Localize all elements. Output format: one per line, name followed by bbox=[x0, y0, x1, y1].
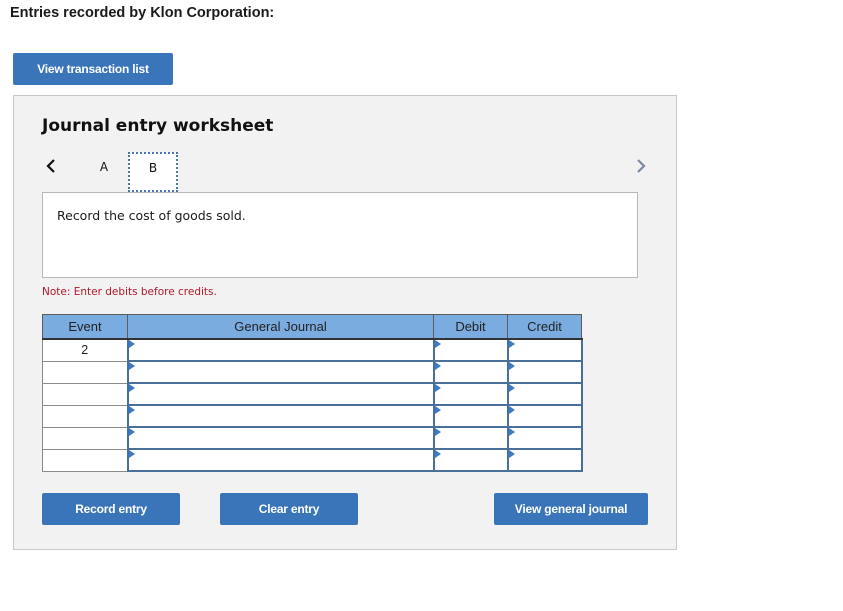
credit-input[interactable] bbox=[508, 406, 581, 426]
account-cell[interactable] bbox=[126, 426, 435, 450]
account-cell[interactable] bbox=[126, 360, 435, 384]
dropdown-marker-icon bbox=[128, 450, 135, 458]
event-cell bbox=[42, 360, 128, 384]
table-row bbox=[42, 382, 583, 406]
debit-input[interactable] bbox=[434, 384, 507, 404]
debit-input[interactable] bbox=[434, 450, 507, 470]
input-marker-icon bbox=[434, 428, 441, 436]
previous-button[interactable] bbox=[44, 158, 58, 174]
chevron-left-icon bbox=[46, 159, 55, 173]
input-marker-icon bbox=[508, 406, 515, 414]
dropdown-marker-icon bbox=[128, 428, 135, 436]
input-marker-icon bbox=[434, 406, 441, 414]
account-cell[interactable] bbox=[126, 382, 435, 406]
credit-input[interactable] bbox=[508, 428, 581, 448]
table-row bbox=[42, 448, 583, 472]
table-row bbox=[42, 404, 583, 428]
table-row bbox=[42, 360, 583, 384]
account-cell[interactable] bbox=[126, 404, 435, 428]
debit-cell[interactable] bbox=[432, 338, 509, 362]
tab-a-label: A bbox=[99, 160, 109, 174]
dropdown-marker-icon bbox=[128, 340, 135, 348]
account-input[interactable] bbox=[128, 450, 433, 470]
account-cell[interactable] bbox=[126, 448, 435, 472]
debit-input[interactable] bbox=[434, 406, 507, 426]
table-row bbox=[42, 426, 583, 450]
input-marker-icon bbox=[508, 362, 515, 370]
entry-prompt-box: Record the cost of goods sold. bbox=[42, 192, 638, 278]
tab-b-label: B bbox=[148, 161, 158, 175]
clear-entry-button[interactable]: Clear entry bbox=[220, 493, 358, 525]
dropdown-marker-icon bbox=[128, 406, 135, 414]
debit-cell[interactable] bbox=[432, 360, 509, 384]
worksheet-title: Journal entry worksheet bbox=[42, 116, 274, 136]
input-marker-icon bbox=[434, 362, 441, 370]
event-cell bbox=[42, 382, 128, 406]
event-cell bbox=[42, 426, 128, 450]
debit-input[interactable] bbox=[434, 428, 507, 448]
dropdown-marker-icon bbox=[128, 384, 135, 392]
view-general-journal-button[interactable]: View general journal bbox=[494, 493, 648, 525]
credit-cell[interactable] bbox=[506, 360, 583, 384]
entry-prompt: Record the cost of goods sold. bbox=[57, 208, 246, 223]
account-input[interactable] bbox=[128, 428, 433, 448]
input-marker-icon bbox=[508, 340, 515, 348]
tab-b[interactable]: B bbox=[128, 152, 178, 192]
event-cell bbox=[42, 448, 128, 472]
debit-cell[interactable] bbox=[432, 448, 509, 472]
event-cell: 2 bbox=[42, 338, 128, 362]
credit-input[interactable] bbox=[508, 362, 581, 382]
note-text: Note: Enter debits before credits. bbox=[42, 286, 217, 298]
dropdown-marker-icon bbox=[128, 362, 135, 370]
account-input[interactable] bbox=[128, 362, 433, 382]
account-cell[interactable] bbox=[126, 338, 435, 362]
input-marker-icon bbox=[508, 450, 515, 458]
credit-cell[interactable] bbox=[506, 382, 583, 406]
table-header-row: Event General Journal Debit Credit bbox=[42, 314, 582, 340]
next-button[interactable] bbox=[634, 158, 648, 174]
table-row: 2 bbox=[42, 338, 583, 362]
credit-input[interactable] bbox=[508, 450, 581, 470]
input-marker-icon bbox=[434, 384, 441, 392]
credit-input[interactable] bbox=[508, 340, 581, 360]
debit-cell[interactable] bbox=[432, 404, 509, 428]
page-title: Entries recorded by Klon Corporation: bbox=[10, 5, 275, 21]
credit-cell[interactable] bbox=[506, 338, 583, 362]
debit-input[interactable] bbox=[434, 362, 507, 382]
credit-cell[interactable] bbox=[506, 448, 583, 472]
debit-cell[interactable] bbox=[432, 382, 509, 406]
column-header-event: Event bbox=[42, 314, 128, 340]
view-transaction-list-button[interactable]: View transaction list bbox=[13, 53, 173, 85]
input-marker-icon bbox=[508, 428, 515, 436]
column-header-debit: Debit bbox=[433, 314, 508, 340]
credit-input[interactable] bbox=[508, 384, 581, 404]
credit-cell[interactable] bbox=[506, 426, 583, 450]
journal-table: Event General Journal Debit Credit 2 bbox=[42, 314, 583, 472]
journal-entry-worksheet: Journal entry worksheet A B Record the c… bbox=[13, 95, 677, 550]
record-entry-button[interactable]: Record entry bbox=[42, 493, 180, 525]
account-input[interactable] bbox=[128, 406, 433, 426]
input-marker-icon bbox=[434, 340, 441, 348]
tab-a[interactable]: A bbox=[86, 152, 122, 182]
debit-input[interactable] bbox=[434, 340, 507, 360]
debit-cell[interactable] bbox=[432, 426, 509, 450]
column-header-credit: Credit bbox=[507, 314, 582, 340]
column-header-general-journal: General Journal bbox=[127, 314, 434, 340]
event-cell bbox=[42, 404, 128, 428]
account-input[interactable] bbox=[128, 340, 433, 360]
input-marker-icon bbox=[434, 450, 441, 458]
chevron-right-icon bbox=[637, 159, 646, 173]
input-marker-icon bbox=[508, 384, 515, 392]
account-input[interactable] bbox=[128, 384, 433, 404]
credit-cell[interactable] bbox=[506, 404, 583, 428]
